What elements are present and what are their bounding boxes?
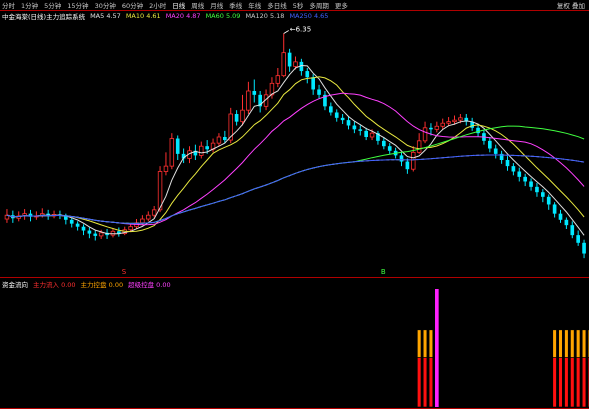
- candle-body: [305, 71, 310, 78]
- candle-body: [564, 219, 569, 226]
- control-bar: [558, 329, 563, 358]
- candle-body: [411, 151, 416, 170]
- signal-marker: S: [122, 268, 127, 276]
- candle-body: [140, 218, 145, 224]
- control-bar: [581, 329, 587, 358]
- candle-body: [281, 52, 286, 77]
- candle-body: [488, 140, 492, 149]
- candle-body: [275, 75, 281, 84]
- candle-body: [387, 146, 392, 151]
- ma-line-ma60: [6, 125, 585, 224]
- candle-body: [570, 225, 575, 236]
- ma-line-ma120: [6, 154, 585, 224]
- candle-body: [422, 127, 428, 142]
- candle-body: [541, 192, 545, 197]
- candle-body: [329, 106, 333, 113]
- candle-body: [399, 155, 404, 162]
- ma-line-ma10: [6, 76, 585, 233]
- inflow-bar: [564, 357, 569, 408]
- candle-body: [75, 223, 80, 227]
- candle-body: [429, 127, 433, 130]
- candle-body: [493, 148, 498, 154]
- candle-body: [382, 140, 386, 147]
- candle-body: [317, 89, 321, 95]
- candle-body: [458, 117, 463, 121]
- candle-body: [216, 136, 222, 144]
- kline-chart[interactable]: ←6.35 S B: [0, 0, 589, 409]
- candle-body: [582, 242, 586, 254]
- candle-body: [505, 160, 510, 167]
- inflow-bar: [552, 357, 557, 408]
- candle-body: [110, 230, 116, 236]
- candle-body: [223, 137, 227, 141]
- inflow-bar: [576, 357, 581, 408]
- high-price-label: ←6.35: [290, 26, 311, 34]
- candle-body: [446, 121, 451, 124]
- candle-body: [87, 230, 92, 234]
- candle-body: [434, 125, 440, 130]
- candle-body: [293, 61, 298, 67]
- candle-body: [287, 52, 292, 67]
- candle-body: [405, 161, 410, 170]
- candle-body: [69, 219, 74, 224]
- candle-body: [128, 226, 133, 231]
- candle-body: [311, 77, 315, 90]
- candle-body: [535, 186, 539, 193]
- inflow-bar: [417, 357, 422, 408]
- candle-body: [98, 232, 104, 237]
- candle-body: [552, 204, 557, 214]
- candle-body: [252, 91, 257, 95]
- candle-body: [346, 120, 351, 126]
- control-bar: [422, 329, 428, 358]
- high-annotation-leader: [283, 30, 289, 34]
- super-control-bar: [435, 289, 439, 407]
- candle-body: [205, 146, 209, 150]
- candle-body: [352, 125, 357, 130]
- inflow-bar: [428, 357, 434, 408]
- candle-body: [364, 130, 368, 137]
- candle-body: [93, 233, 98, 236]
- ma-line-ma250: [6, 154, 585, 224]
- inflow-bar: [558, 357, 563, 408]
- candle-body: [358, 129, 363, 131]
- candle-body: [146, 214, 151, 220]
- control-bar: [570, 329, 575, 358]
- control-bar: [552, 329, 557, 358]
- candle-body: [81, 226, 86, 231]
- candle-body: [151, 209, 157, 216]
- inflow-bar: [570, 357, 575, 408]
- signal-marker: B: [381, 268, 386, 276]
- candle-body: [157, 171, 163, 211]
- control-bar: [428, 329, 434, 358]
- inflow-bar: [422, 357, 428, 408]
- candle-body: [558, 213, 563, 220]
- candle-body: [240, 109, 245, 123]
- inflow-bar: [581, 357, 587, 408]
- candle-body: [199, 145, 204, 156]
- candle-body: [523, 176, 527, 182]
- candle-body: [234, 114, 239, 122]
- candle-body: [517, 171, 522, 177]
- candle-body: [163, 165, 169, 172]
- candle-body: [440, 122, 445, 127]
- candle-body: [369, 132, 375, 138]
- candle-body: [529, 181, 533, 187]
- control-bar: [564, 329, 569, 358]
- candle-body: [576, 235, 580, 243]
- control-bar: [417, 329, 422, 358]
- candle-body: [416, 140, 422, 153]
- candle-body: [340, 117, 345, 121]
- candle-body: [546, 196, 551, 205]
- candle-body: [169, 138, 175, 167]
- control-bar: [576, 329, 581, 358]
- ma-line-ma20: [6, 92, 585, 226]
- candle-body: [334, 112, 339, 118]
- candle-body: [175, 138, 180, 154]
- candle-body: [246, 90, 251, 111]
- candle-body: [511, 166, 516, 172]
- candle-body: [452, 119, 457, 123]
